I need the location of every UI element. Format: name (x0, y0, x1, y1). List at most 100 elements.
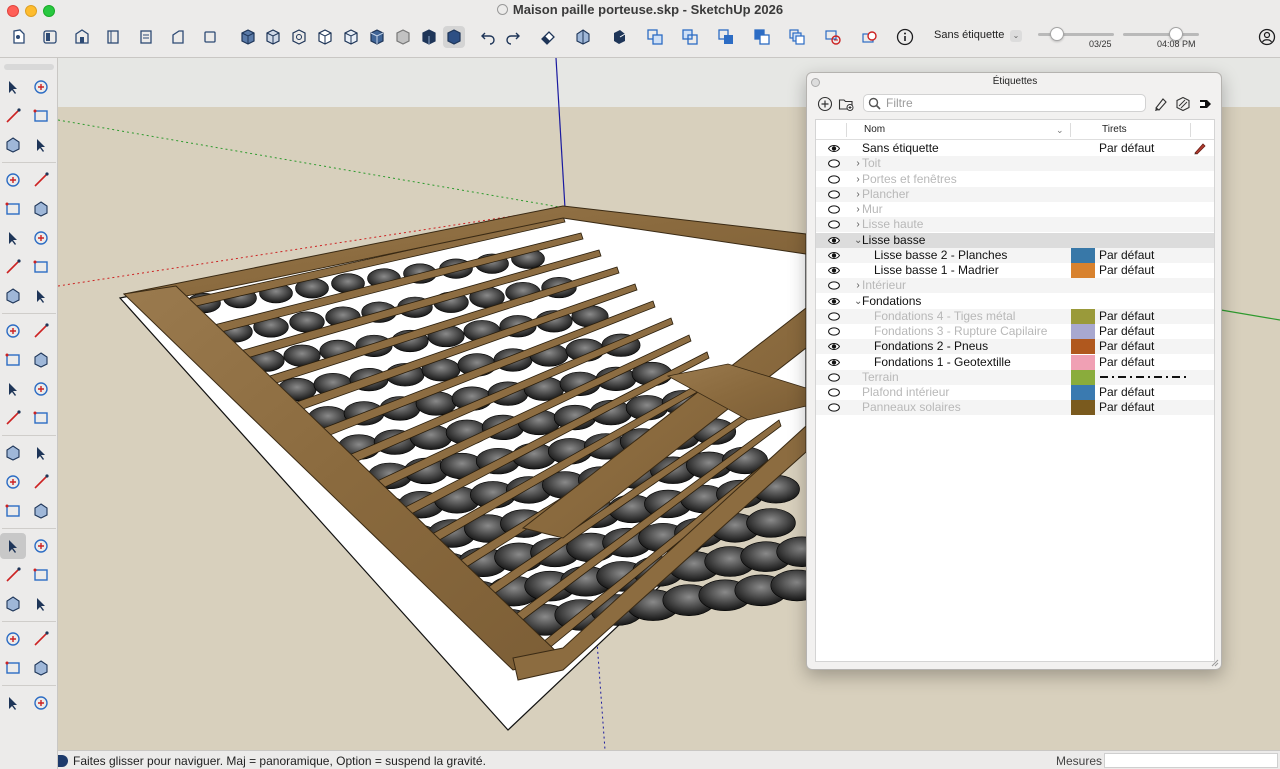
rectangle-icon[interactable] (0, 196, 26, 222)
tag-row[interactable]: ⌄ Fondations (816, 294, 1214, 309)
eye-closed-icon[interactable] (828, 312, 840, 321)
lasso-icon[interactable] (28, 74, 54, 100)
palette-grip[interactable] (4, 64, 54, 70)
freehand-icon[interactable] (28, 167, 54, 193)
status-help-icon[interactable] (58, 755, 68, 767)
layout-icon[interactable] (135, 26, 157, 48)
eye-closed-icon[interactable] (828, 373, 840, 382)
tag-name[interactable]: Lisse basse (862, 233, 925, 248)
chevron-right-icon[interactable]: › (854, 217, 862, 232)
color-by-tag-icon[interactable] (1152, 95, 1170, 113)
section-plane-icon[interactable] (28, 655, 54, 681)
eye-open-icon[interactable] (828, 236, 840, 245)
tag-name[interactable]: Portes et fenêtres (862, 172, 957, 187)
zoom-window-icon[interactable] (28, 562, 54, 588)
tag-name[interactable]: Fondations 1 - Geotextille (874, 355, 1011, 370)
send-to-layout-icon[interactable] (822, 26, 844, 48)
outliner-icon[interactable] (644, 26, 666, 48)
tag-name[interactable]: Lisse basse 1 - Madrier (874, 263, 999, 278)
tape-measure-icon[interactable] (0, 440, 26, 466)
circle-icon[interactable] (0, 225, 26, 251)
eye-open-icon[interactable] (828, 297, 840, 306)
add-tag-folder-icon[interactable] (837, 95, 855, 113)
shape-eraser-icon[interactable] (28, 132, 54, 158)
warehouse-3d-icon[interactable] (0, 690, 26, 716)
tag-row[interactable]: Terrain (816, 369, 1214, 385)
tag-row[interactable]: Lisse basse 2 - Planches Par défaut (816, 247, 1214, 263)
chevron-right-icon[interactable]: › (854, 187, 862, 202)
top-view-icon[interactable] (199, 26, 221, 48)
tag-name[interactable]: Fondations 3 - Rupture Capilaire (874, 324, 1047, 339)
dimension-icon[interactable] (28, 440, 54, 466)
look-around-icon[interactable] (0, 655, 26, 681)
tag-dashes-value[interactable]: Par défaut (1099, 339, 1154, 354)
chevron-right-icon[interactable]: › (854, 202, 862, 217)
chevron-down-icon[interactable]: ⌄ (854, 233, 862, 248)
eraser-icon[interactable] (28, 103, 54, 129)
extension-icon[interactable] (102, 26, 124, 48)
date-slider[interactable] (1038, 27, 1114, 41)
paint-bucket-icon[interactable] (0, 103, 26, 129)
arc-icon[interactable] (0, 254, 26, 280)
section-fill-icon[interactable] (443, 26, 465, 48)
eye-open-icon[interactable] (828, 144, 840, 153)
orbit-icon[interactable] (0, 533, 26, 559)
redo-icon[interactable] (502, 26, 524, 48)
tag-color-swatch[interactable] (1071, 400, 1095, 416)
tag-color-swatch[interactable] (1071, 263, 1095, 278)
tag-dashes-value[interactable]: Par défaut (1099, 309, 1154, 324)
tag-row[interactable]: › Intérieur (816, 278, 1214, 294)
tag-row[interactable]: Panneaux solaires Par défaut (816, 400, 1214, 416)
select-icon[interactable] (0, 74, 26, 100)
tag-dashes-value[interactable]: Par défaut (1099, 324, 1154, 339)
tag-color-swatch[interactable] (1071, 247, 1095, 263)
tag-name[interactable]: Fondations 4 - Tiges métal (874, 309, 1015, 324)
protractor-icon[interactable] (0, 469, 26, 495)
move-icon[interactable] (0, 318, 26, 344)
iso-view-icon[interactable] (167, 26, 189, 48)
share-model-icon[interactable] (858, 26, 880, 48)
column-sort-chevron-icon[interactable]: ⌄ (1056, 125, 1064, 136)
tag-dashes-value[interactable]: Par défaut (1099, 400, 1154, 415)
undo-icon[interactable] (477, 26, 499, 48)
scenes-panel-icon[interactable] (786, 26, 808, 48)
tag-row[interactable]: Plafond intérieur Par défaut (816, 385, 1214, 400)
column-name-header[interactable]: Nom (864, 124, 885, 135)
tag-row[interactable]: › Portes et fenêtres (816, 172, 1214, 187)
solid-tools-icon[interactable] (28, 405, 54, 431)
section-planes-icon[interactable] (418, 26, 440, 48)
measurements-field[interactable] (1104, 753, 1278, 768)
details-menu-icon[interactable] (1196, 95, 1214, 113)
active-tag-select[interactable]: Sans étiquette ⌄ (928, 27, 1024, 46)
extension-warehouse-icon[interactable] (28, 690, 54, 716)
zoom-extents-icon[interactable] (0, 591, 26, 617)
tag-name[interactable]: Fondations (862, 294, 921, 309)
tag-name[interactable]: Mur (862, 202, 883, 217)
eye-open-icon[interactable] (828, 342, 840, 351)
generate-report-icon[interactable] (608, 26, 630, 48)
tag-name[interactable]: Toit (862, 156, 881, 171)
tag-color-swatch[interactable] (1071, 385, 1095, 400)
eye-open-icon[interactable] (828, 251, 840, 260)
tag-search-input[interactable] (886, 96, 1136, 110)
follow-me-icon[interactable] (28, 347, 54, 373)
eraser-soften-icon[interactable] (537, 26, 559, 48)
style-xray-icon[interactable] (237, 26, 259, 48)
model-info-icon[interactable] (8, 26, 30, 48)
tag-name[interactable]: Panneaux solaires (862, 400, 961, 415)
time-slider[interactable] (1123, 27, 1199, 41)
tag-name[interactable]: Plancher (862, 187, 909, 202)
eye-closed-icon[interactable] (828, 281, 840, 290)
offset-icon[interactable] (28, 376, 54, 402)
previous-view-icon[interactable] (28, 591, 54, 617)
warehouse-icon[interactable] (71, 26, 93, 48)
tag-row[interactable]: Fondations 3 - Rupture Capilaire Par défa… (816, 324, 1214, 339)
tag-row[interactable]: › Plancher (816, 186, 1214, 202)
two-point-arc-icon[interactable] (28, 254, 54, 280)
style-wireframe-icon[interactable] (288, 26, 310, 48)
tag-row[interactable]: › Mur (816, 202, 1214, 217)
tag-color-swatch[interactable] (1071, 308, 1095, 324)
eye-closed-icon[interactable] (828, 220, 840, 229)
rotated-rectangle-icon[interactable] (28, 196, 54, 222)
tag-row[interactable]: Fondations 2 - Pneus Par défaut (816, 339, 1214, 355)
